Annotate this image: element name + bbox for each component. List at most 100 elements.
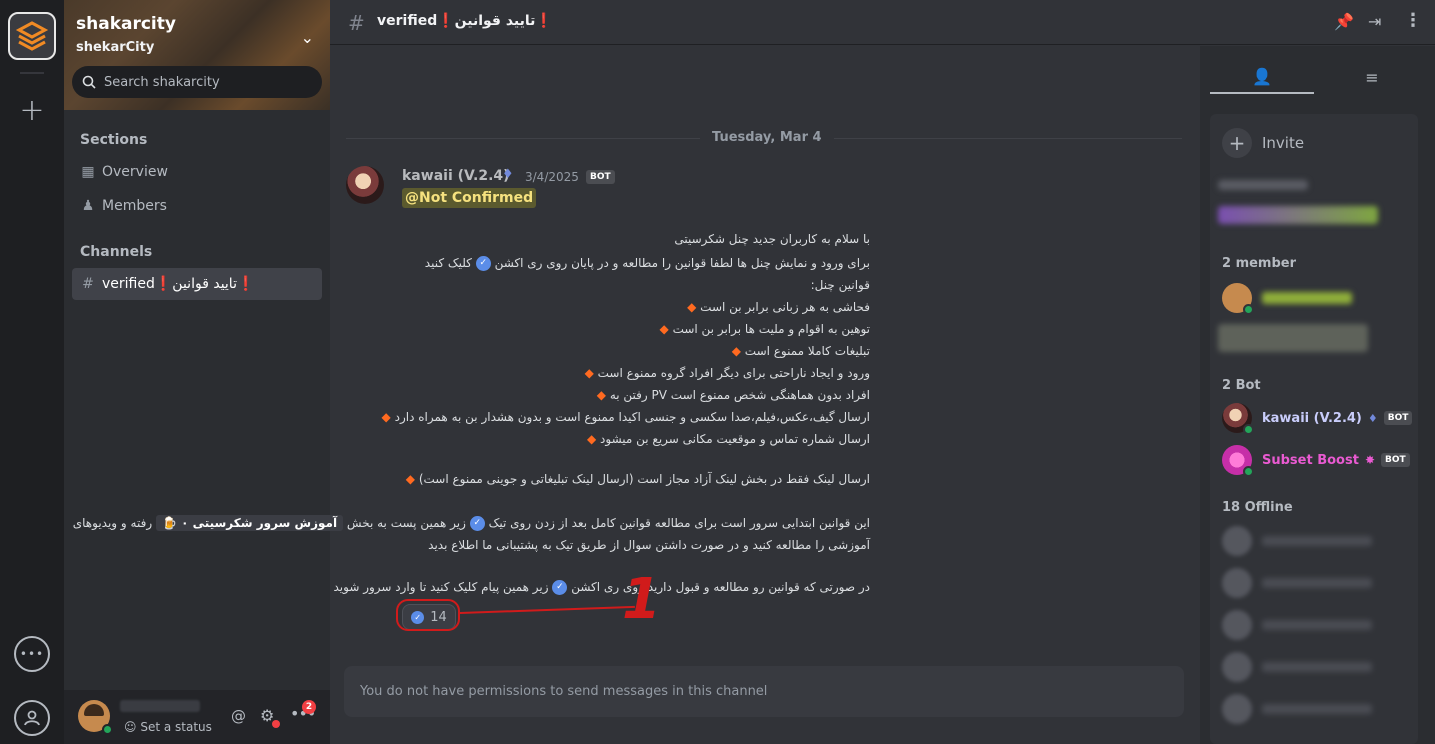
channel-title: verified❗تایید قوانین❗ [377, 13, 553, 29]
set-status-label: Set a status [140, 720, 212, 734]
offline-member[interactable] [1222, 610, 1372, 640]
online-status-dot [1243, 304, 1254, 315]
add-server-icon[interactable]: + [12, 90, 52, 130]
more-vertical-icon[interactable]: ⋮ [1404, 10, 1422, 31]
search-input[interactable]: Search shakarcity [72, 66, 322, 98]
grid-icon: ▦ [81, 164, 95, 180]
server-icon-shakarcity[interactable] [8, 12, 56, 60]
search-placeholder: Search shakarcity [104, 74, 220, 90]
message-text: رفته و ویدیوهای [72, 516, 153, 530]
verified-check-icon: ✓ [475, 256, 491, 271]
smile-plus-icon: ☺ [124, 720, 141, 734]
bot-role-icon: ♦ [1367, 411, 1378, 425]
message-text: ورود و ایجاد ناراحتی برای دیگر افراد گرو… [597, 366, 870, 380]
message-line: این قوانین ابتدایی سرور است برای مطالعه … [72, 515, 870, 531]
chat-area: Tuesday, Mar 4 kawaii (V.2.4) ♦ 3/4/2025… [73, 46, 1200, 744]
avatar [1222, 652, 1252, 682]
redacted-member [1218, 206, 1378, 224]
server-name[interactable]: shakarcity [76, 14, 176, 34]
sidebar-item-overview[interactable]: ▦ Overview [72, 156, 322, 188]
online-status-dot [1243, 466, 1254, 477]
avatar [1222, 610, 1252, 640]
message-line: برای ورود و نمایش چنل ها لطفا قوانین را … [425, 256, 870, 271]
layers-logo-icon [15, 21, 49, 51]
diamond-icon: ◆ [381, 410, 391, 424]
avatar[interactable] [346, 166, 384, 204]
member-name: kawaii (V.2.4) [1262, 410, 1362, 426]
member-row[interactable] [1222, 282, 1352, 315]
message-line: فحاشی به هر زبانی برابر بن است ◆ [687, 300, 870, 314]
offline-member[interactable] [1222, 526, 1372, 556]
hash-icon: # [82, 276, 94, 292]
status-dot [272, 720, 280, 728]
collapse-panel-icon[interactable]: ⇥ [1368, 12, 1381, 31]
pin-icon[interactable]: 📌 [1334, 12, 1354, 31]
sidebar-item-members[interactable]: ♟ Members [72, 190, 322, 222]
people-icon [24, 710, 40, 726]
message-text: این قوانین ابتدایی سرور است برای مطالعه … [488, 516, 870, 530]
message-text: برای ورود و نمایش چنل ها لطفا قوانین را … [494, 256, 870, 270]
message-text: در صورتی که قوانین رو مطالعه و قبول داری… [571, 580, 870, 594]
username-redacted [120, 700, 200, 712]
message-line: افراد بدون هماهنگی شخص ممنوع است PV رفتن… [597, 388, 870, 402]
user-panel: ☺ Set a status @ ⚙ ••• 2 [64, 690, 330, 744]
search-icon [82, 75, 96, 89]
set-status-button[interactable]: ☺ Set a status [124, 720, 212, 734]
bot-badge: BOT [1383, 411, 1413, 425]
chevron-down-icon[interactable]: ⌄ [301, 28, 314, 47]
group-offline-title: 18 Offline [1222, 500, 1293, 515]
redacted-username [1262, 578, 1372, 588]
message-line: ارسال لینک فقط در بخش لینک آزاد مجاز است… [406, 472, 870, 486]
invite-button[interactable]: + Invite [1222, 128, 1304, 158]
person-icon: 👤 [1252, 66, 1272, 86]
sidebar-item-label: Members [102, 198, 167, 214]
message-author[interactable]: kawaii (V.2.4) [402, 168, 510, 184]
offline-member[interactable] [1222, 652, 1372, 682]
no-permission-notice: You do not have permissions to send mess… [344, 666, 1184, 717]
channel-verified[interactable]: # verified❗تایید قوانین❗ [72, 268, 322, 300]
channel-link[interactable]: آموزش سرور شکرسیتی ۰ 🍺 [155, 515, 344, 531]
channel-link-label: آموزش سرور شکرسیتی ۰ [181, 516, 338, 530]
member-row-subset-boost[interactable]: Subset Boost ✸ BOT [1222, 444, 1410, 477]
offline-member[interactable] [1222, 694, 1372, 724]
offline-member[interactable] [1222, 568, 1372, 598]
message-line: ورود و ایجاد ناراحتی برای دیگر افراد گرو… [585, 366, 870, 380]
diamond-icon: ◆ [405, 472, 415, 486]
member-name: Subset Boost [1262, 452, 1359, 468]
diamond-icon: ◆ [687, 300, 697, 314]
avatar [1222, 445, 1254, 477]
redacted-member [1218, 324, 1368, 352]
mentions-icon[interactable]: @ [231, 707, 246, 725]
rail-divider [20, 72, 44, 74]
annotation-number: 1 [622, 567, 661, 632]
server-rail: + ••• [0, 0, 64, 744]
message-line: با سلام به کاربران جدید چنل شکرسیتی [674, 232, 870, 246]
diamond-icon: ◆ [584, 366, 594, 380]
group-member-title: 2 member [1222, 256, 1297, 271]
sidebar-item-label: Overview [102, 164, 168, 180]
hash-icon: # [348, 11, 365, 35]
online-status-dot [102, 724, 113, 735]
message-text: ارسال گیف،عکس،فیلم،صدا سکسی و جنسی اکیدا… [394, 410, 870, 424]
role-mention[interactable]: @Not Confirmed [402, 188, 537, 208]
channel-sidebar: shakarcity shekarCity ⌄ Search shakarcit… [64, 0, 330, 744]
tab-members[interactable]: 👤 [1210, 60, 1314, 94]
message-text: تبلیغات کاملا ممنوع است [744, 344, 870, 358]
channels-header: Channels [80, 244, 153, 260]
redacted-username [1262, 536, 1372, 546]
community-icon[interactable] [14, 700, 50, 736]
tab-threads[interactable]: ≡ [1320, 60, 1424, 94]
redacted-role [1218, 180, 1308, 190]
member-row-kawaii[interactable]: kawaii (V.2.4) ♦ BOT [1222, 402, 1413, 435]
diamond-icon: ◆ [731, 344, 741, 358]
annotation-circle [396, 599, 460, 631]
verified-check-icon: ✓ [469, 516, 485, 531]
message-text: فحاشی به هر زبانی برابر بن است [700, 300, 870, 314]
online-status-dot [1243, 424, 1254, 435]
channel-label: verified❗تایید قوانین❗ [102, 276, 255, 292]
diamond-icon: ◆ [659, 322, 669, 336]
redacted-username [1262, 704, 1372, 714]
bot-badge: BOT [1381, 453, 1410, 467]
chat-bubble-icon[interactable]: ••• [14, 636, 50, 672]
message-text: ارسال شماره تماس و موقعیت مکانی سریع بن … [600, 432, 870, 446]
